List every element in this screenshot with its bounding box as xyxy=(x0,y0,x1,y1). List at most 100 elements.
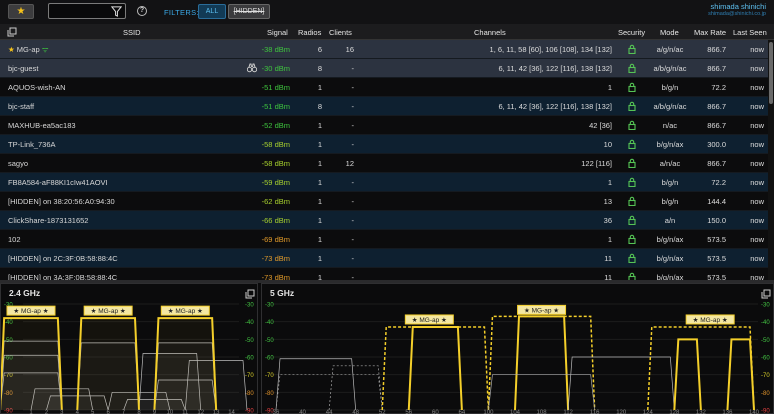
x-tick-label: 140 xyxy=(749,410,760,414)
network-curve xyxy=(328,365,383,411)
column-radios[interactable]: Radios xyxy=(298,28,321,37)
table-row[interactable]: bjc-staff -51 dBm 8 - 6, 11, 42 [36], 122 [1… xyxy=(0,97,768,116)
radios-cell: 1 xyxy=(317,197,322,206)
channels-cell: 36 xyxy=(603,216,612,225)
x-tick-label: 132 xyxy=(696,410,707,414)
filter-icon[interactable] xyxy=(111,6,122,17)
channels-cell: 6, 11, 42 [36], 122 [116], 138 [132] xyxy=(498,64,612,73)
ssid-text: [HIDDEN] on 2C:3F:0B:58:88:4C xyxy=(8,254,118,263)
clients-cell: 16 xyxy=(345,45,354,54)
radios-cell: 1 xyxy=(317,273,322,280)
column-signal[interactable]: Signal xyxy=(267,28,288,37)
scrollbar-thumb[interactable] xyxy=(769,42,773,104)
help-icon[interactable]: ? xyxy=(137,6,147,16)
radios-cell: 1 xyxy=(317,254,322,263)
max-rate-cell: 72.2 xyxy=(711,83,726,92)
ssid-cell: bjc-staff xyxy=(8,102,34,111)
table-row[interactable]: TP-Link_736A -58 dBm 1 - 10 b/g/n/ax 300.0 now xyxy=(0,135,768,154)
clients-cell: - xyxy=(351,197,355,206)
max-rate-cell: 866.7 xyxy=(707,45,726,54)
y-tick-label-right: -40 xyxy=(761,320,770,326)
search-input[interactable] xyxy=(48,3,126,19)
table-scrollbar[interactable] xyxy=(768,40,774,280)
favorite-star-icon[interactable]: ★ xyxy=(8,45,15,54)
radios-cell: 8 xyxy=(317,102,322,111)
ssid-cell: bjc-guest xyxy=(8,64,38,73)
column-clients[interactable]: Clients xyxy=(329,28,352,37)
y-tick-label: -60 xyxy=(265,356,274,362)
table-row[interactable]: [HIDDEN] on 3A:3F:0B:58:88:4C -73 dBm 1 - 11… xyxy=(0,268,768,280)
column-ssid[interactable]: SSID xyxy=(123,28,141,37)
channels-cell: 1 xyxy=(607,235,612,244)
table-row[interactable]: FB8A584-aF88KI1cIw41AOVI -59 dBm 1 - 1 b/g/n 7… xyxy=(0,173,768,192)
column-mode[interactable]: Mode xyxy=(660,28,679,37)
copy-icon[interactable] xyxy=(245,289,255,299)
y-tick-label-right: -60 xyxy=(245,356,254,362)
table-row[interactable]: [HIDDEN] on 2C:3F:0B:58:88:4C -73 dBm 1 - 11… xyxy=(0,249,768,268)
max-rate-cell: 866.7 xyxy=(707,121,726,130)
table-row[interactable]: bjc-guest -30 dBm 8 - 6, 11, 42 [36], 122 [1… xyxy=(0,59,768,78)
copy-icon[interactable] xyxy=(7,27,17,37)
radios-cell: 1 xyxy=(317,216,322,225)
ssid-cell: [HIDDEN] on 38:20:56:A0:94:30 xyxy=(8,197,115,206)
filter-hidden-chip[interactable]: [HIDDEN] xyxy=(228,4,270,19)
y-tick-label-right: -70 xyxy=(761,373,770,379)
signal-cell: -51 dBm xyxy=(261,102,290,111)
radios-cell: 8 xyxy=(317,64,322,73)
network-curve xyxy=(275,358,357,411)
radios-cell: 1 xyxy=(317,178,322,187)
table-row[interactable]: 102 -69 dBm 1 - 1 b/g/n/ax 573.5 now xyxy=(0,230,768,249)
user-name[interactable]: shimada shinichi xyxy=(711,2,766,11)
clients-cell: - xyxy=(351,64,355,73)
max-rate-cell: 144.4 xyxy=(707,197,726,206)
clients-cell: - xyxy=(351,140,355,149)
ssid-cell: 102 xyxy=(8,235,21,244)
mode-cell: a/n xyxy=(664,216,676,225)
x-tick-label: 100 xyxy=(483,410,494,414)
security-lock-icon xyxy=(628,272,636,280)
column-security[interactable]: Security xyxy=(618,28,645,37)
x-tick-label: 48 xyxy=(352,410,359,414)
table-row[interactable]: ★ MG-ap ᯤ -38 dBm 6 16 1, 6, 11, 58 [60], 106… xyxy=(0,40,768,59)
highlight-network-curve xyxy=(514,315,570,411)
copy-icon[interactable] xyxy=(761,289,771,299)
last-seen-cell: now xyxy=(750,83,764,92)
clients-cell: 12 xyxy=(345,159,354,168)
max-rate-cell: 573.5 xyxy=(707,273,726,280)
table-row[interactable]: [HIDDEN] on 38:20:56:A0:94:30 -62 dBm 1 - 13… xyxy=(0,192,768,211)
spectrum-2-4ghz-panel: -30-30-40-40-50-50-60-60-70-70-80-80-90-… xyxy=(0,283,258,414)
x-tick-label: 52 xyxy=(379,410,386,414)
table-row[interactable]: ClickShare-1873131652 -66 dBm 1 - 36 a/n 150.0… xyxy=(0,211,768,230)
filters-label: FILTERS: xyxy=(164,8,199,17)
x-tick-label: 120 xyxy=(616,410,627,414)
column-max-rate[interactable]: Max Rate xyxy=(694,28,726,37)
mode-cell: a/n/ac xyxy=(659,159,681,168)
wifi-connected-icon: ᯤ xyxy=(39,45,49,54)
ap-label: ★ MG-ap ★ xyxy=(13,307,48,315)
channels-cell: 13 xyxy=(603,197,612,206)
radios-cell: 1 xyxy=(317,121,322,130)
signal-cell: -73 dBm xyxy=(261,273,290,280)
ssid-text: bjc-staff xyxy=(8,102,35,111)
x-tick-label: 12 xyxy=(197,410,204,414)
favorites-star-button[interactable]: ★ xyxy=(8,4,34,19)
column-channels[interactable]: Channels xyxy=(474,28,506,37)
clients-cell: - xyxy=(351,273,355,280)
channels-cell: 11 xyxy=(604,254,612,263)
table-row[interactable]: MAXHUB-ea5ac183 -52 dBm 1 - 42 [36] n/ac 866.7… xyxy=(0,116,768,135)
clients-cell: - xyxy=(351,102,355,111)
clients-cell: - xyxy=(351,83,355,92)
ssid-text: [HIDDEN] on 3A:3F:0B:58:88:4C xyxy=(8,273,118,280)
filter-all-chip[interactable]: ALL xyxy=(198,4,226,19)
mode-cell: b/g/n/ax xyxy=(656,254,684,263)
table-row[interactable]: AQUOS-wish-AN -51 dBm 1 - 1 b/g/n 72.2 now xyxy=(0,78,768,97)
column-last-seen[interactable]: Last Seen xyxy=(733,28,767,37)
max-rate-cell: 72.2 xyxy=(711,178,726,187)
ssid-cell: [HIDDEN] on 2C:3F:0B:58:88:4C xyxy=(8,254,118,263)
channels-cell: 1 xyxy=(607,83,612,92)
ssid-text: bjc-guest xyxy=(8,64,39,73)
security-lock-icon xyxy=(628,177,636,187)
ssid-cell: FB8A584-aF88KI1cIw41AOVI xyxy=(8,178,108,187)
channels-cell: 1 xyxy=(607,178,612,187)
table-row[interactable]: sagyo -58 dBm 1 12 122 [116] a/n/ac 866.7 now xyxy=(0,154,768,173)
